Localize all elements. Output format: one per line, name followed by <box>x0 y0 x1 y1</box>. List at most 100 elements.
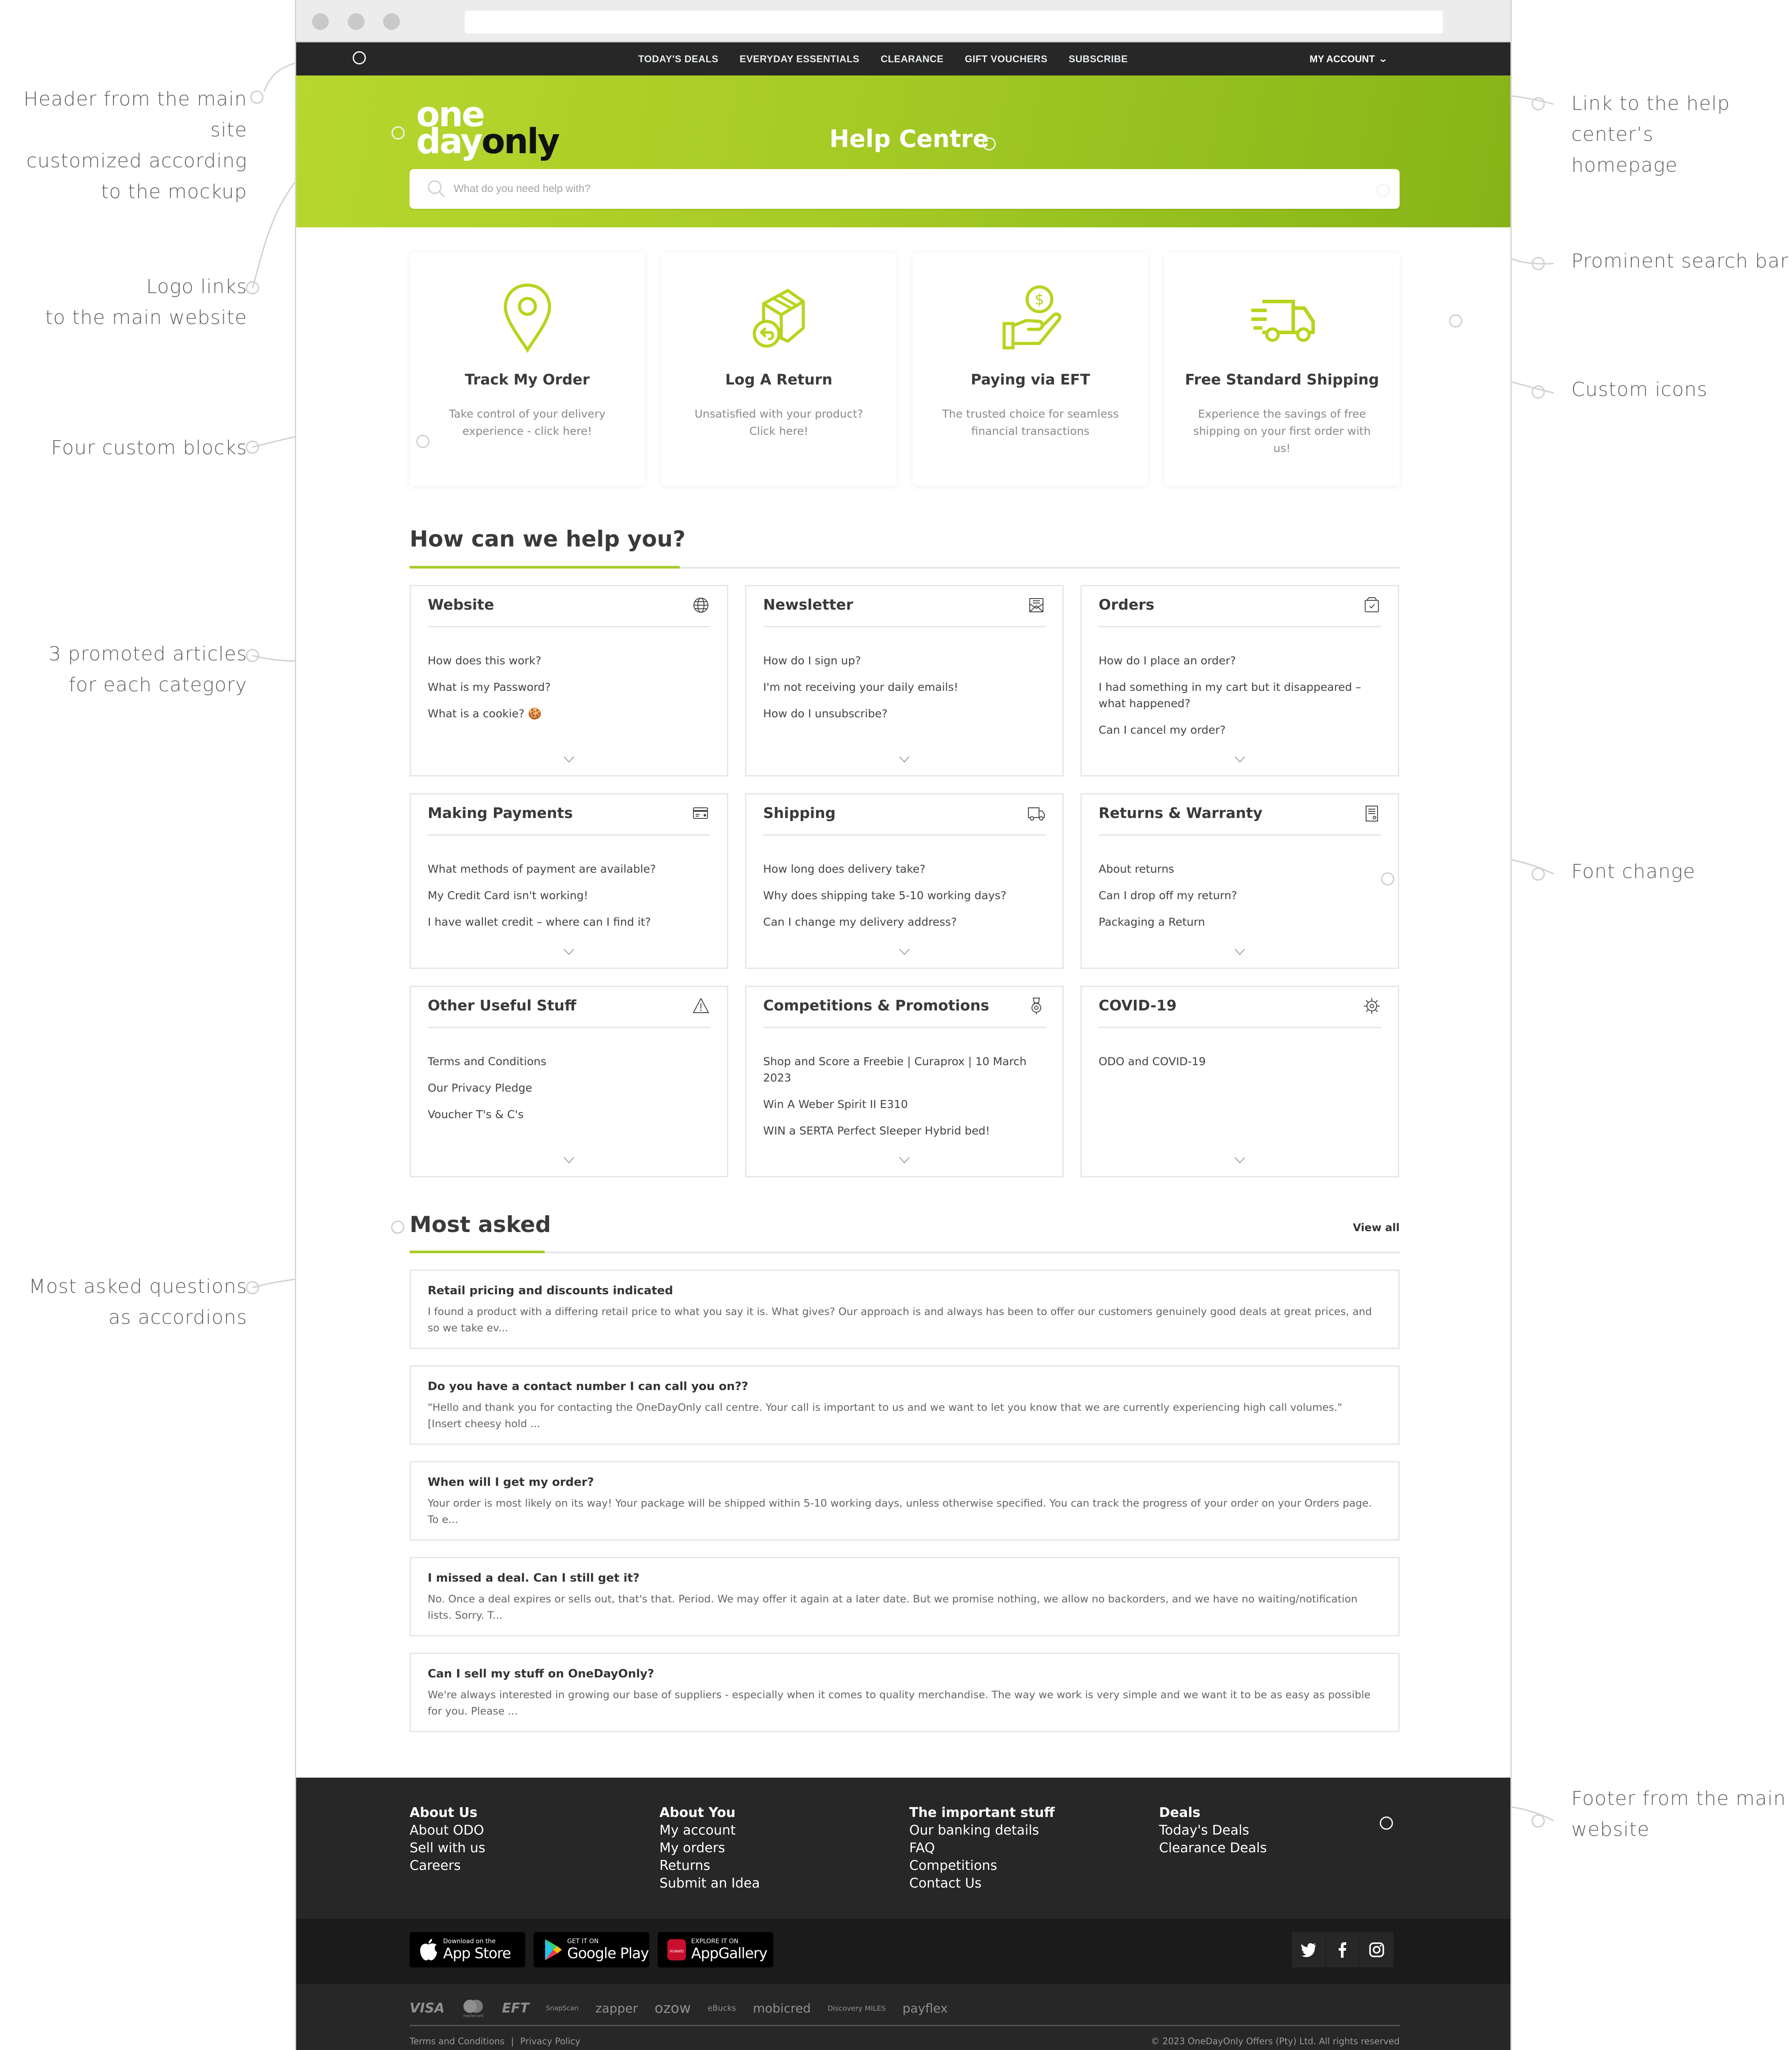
article-link[interactable]: How do I place an order? <box>1099 652 1381 669</box>
search-bar[interactable] <box>410 169 1400 209</box>
footer-link[interactable]: Contact Us <box>909 1875 1159 1892</box>
category-title[interactable]: Returns & Warranty <box>1099 804 1262 822</box>
nav-link-subscribe[interactable]: SUBSCRIBE <box>1069 53 1128 65</box>
footer-link[interactable]: FAQ <box>909 1839 1159 1857</box>
facebook-link[interactable] <box>1326 1932 1359 1967</box>
article-link[interactable]: Can I drop off my return? <box>1099 887 1381 904</box>
article-link[interactable]: Our Privacy Pledge <box>428 1080 710 1096</box>
article-link[interactable]: How does this work? <box>428 652 710 669</box>
window-control-close[interactable] <box>312 13 329 30</box>
faq-item[interactable]: Can I sell my stuff on OneDayOnly? We're… <box>410 1653 1400 1732</box>
chevron-down-icon[interactable] <box>1234 947 1246 956</box>
article-link[interactable]: I had something in my cart but it disapp… <box>1099 679 1381 712</box>
annotation-most-asked: Most asked questions as accordions <box>0 1271 247 1333</box>
hand-coin-icon: $ <box>1002 285 1062 350</box>
chevron-down-icon[interactable] <box>898 1156 911 1164</box>
terms-link[interactable]: Terms and Conditions <box>410 2036 504 2046</box>
instagram-link[interactable] <box>1360 1932 1393 1967</box>
block-track-order[interactable]: Track My Order Take control of your deli… <box>410 252 645 486</box>
block-paying-eft[interactable]: $ Paying via EFT The trusted choice for … <box>913 252 1148 486</box>
faq-item[interactable]: When will I get my order? Your order is … <box>410 1461 1400 1541</box>
hero-banner: one dayonly Help Centre <box>296 75 1510 227</box>
footer-link[interactable]: About ODO <box>410 1822 659 1839</box>
nav-link-gift-vouchers[interactable]: GIFT VOUCHERS <box>965 53 1047 65</box>
nav-link-clearance[interactable]: CLEARANCE <box>881 53 944 65</box>
footer-link[interactable]: Submit an Idea <box>659 1875 909 1892</box>
category-title[interactable]: Website <box>428 596 494 613</box>
chevron-down-icon[interactable] <box>898 947 911 956</box>
category-title[interactable]: Orders <box>1099 596 1154 613</box>
annotation-marker <box>1381 872 1394 886</box>
chevron-down-icon[interactable] <box>1234 1156 1246 1164</box>
footer-link[interactable]: Our banking details <box>909 1822 1159 1839</box>
article-link[interactable]: About returns <box>1099 861 1381 877</box>
chevron-down-icon[interactable] <box>563 755 575 764</box>
article-link[interactable]: My Credit Card isn't working! <box>428 887 710 904</box>
block-title: Track My Order <box>465 371 590 388</box>
category-title[interactable]: COVID-19 <box>1099 997 1177 1014</box>
twitter-link[interactable] <box>1292 1932 1325 1967</box>
article-link[interactable]: WIN a SERTA Perfect Sleeper Hybrid bed! <box>763 1123 1046 1139</box>
view-all-link[interactable]: View all <box>1353 1221 1400 1234</box>
article-link[interactable]: Can I cancel my order? <box>1099 722 1381 738</box>
address-bar[interactable] <box>465 11 1443 34</box>
footer-link[interactable]: Clearance Deals <box>1159 1839 1409 1857</box>
category-title[interactable]: Making Payments <box>428 804 573 822</box>
category-title[interactable]: Other Useful Stuff <box>428 997 576 1014</box>
privacy-link[interactable]: Privacy Policy <box>520 2036 580 2046</box>
article-link[interactable]: How long does delivery take? <box>763 861 1046 877</box>
article-link[interactable]: What methods of payment are available? <box>428 861 710 877</box>
window-control-minimize[interactable] <box>348 13 365 30</box>
chevron-down-icon[interactable] <box>563 947 575 956</box>
article-link[interactable]: ODO and COVID-19 <box>1099 1053 1381 1070</box>
article-link[interactable]: Can I change my delivery address? <box>763 914 1046 930</box>
block-description: Unsatisfied with your product? Click her… <box>694 407 863 437</box>
article-link[interactable]: Terms and Conditions <box>428 1053 710 1070</box>
article-link[interactable]: How do I unsubscribe? <box>763 705 1046 722</box>
my-account-menu[interactable]: MY ACCOUNT ⌄ <box>1310 42 1388 75</box>
article-link[interactable]: I have wallet credit – where can I find … <box>428 914 710 930</box>
nav-link-todays-deals[interactable]: TODAY'S DEALS <box>638 53 719 65</box>
faq-item[interactable]: Retail pricing and discounts indicated I… <box>410 1270 1400 1349</box>
window-control-maximize[interactable] <box>383 13 400 30</box>
chevron-down-icon[interactable] <box>1234 755 1246 764</box>
block-free-shipping[interactable]: Free Standard Shipping Experience the sa… <box>1164 252 1400 486</box>
footer-link[interactable]: My orders <box>659 1839 909 1857</box>
nav-link-everyday-essentials[interactable]: EVERYDAY ESSENTIALS <box>740 53 860 65</box>
article-link[interactable]: Win A Weber Spirit II E310 <box>763 1096 1046 1112</box>
search-input[interactable] <box>454 183 1292 195</box>
article-link[interactable]: Voucher T's & C's <box>428 1106 710 1123</box>
help-centre-home-link[interactable]: Help Centre <box>829 125 989 153</box>
article-link[interactable]: Why does shipping take 5-10 working days… <box>763 887 1046 904</box>
article-link[interactable]: What is my Password? <box>428 679 710 695</box>
faq-item[interactable]: Do you have a contact number I can call … <box>410 1365 1400 1445</box>
category-title[interactable]: Newsletter <box>763 596 853 613</box>
footer-link[interactable]: Sell with us <box>410 1839 659 1857</box>
block-log-return[interactable]: Log A Return Unsatisfied with your produ… <box>661 252 896 486</box>
category-card-shipping: Shipping How long does delivery take? Wh… <box>745 793 1064 969</box>
annotation-marker <box>246 649 259 662</box>
footer-link[interactable]: Competitions <box>909 1857 1159 1875</box>
footer-link[interactable]: Careers <box>410 1857 659 1875</box>
app-gallery-badge[interactable]: HUAWEI EXPLORE IT ON AppGallery <box>658 1932 773 1967</box>
article-link[interactable]: How do I sign up? <box>763 652 1046 669</box>
footer-link[interactable]: Returns <box>659 1857 909 1875</box>
footer-link[interactable]: Today's Deals <box>1159 1822 1409 1839</box>
category-title[interactable]: Competitions & Promotions <box>763 997 989 1014</box>
badge-small-text: Download on the <box>443 1938 496 1945</box>
article-link[interactable]: Shop and Score a Freebie | Curaprox | 10… <box>763 1053 1046 1086</box>
annotation-search: Prominent search bar <box>1571 246 1792 277</box>
app-store-badge[interactable]: Download on the App Store <box>410 1932 525 1967</box>
article-link[interactable]: Packaging a Return <box>1099 914 1381 930</box>
chevron-down-icon[interactable] <box>563 1156 575 1164</box>
article-link[interactable]: What is a cookie? 🍪 <box>428 705 710 722</box>
article-link[interactable]: I'm not receiving your daily emails! <box>763 679 1046 695</box>
footer-link[interactable]: My account <box>659 1822 909 1839</box>
category-title[interactable]: Shipping <box>763 804 836 822</box>
annotation-marker <box>246 281 259 294</box>
google-play-badge[interactable]: GET IT ON Google Play <box>534 1932 649 1967</box>
annotation-line: 3 promoted articles <box>49 643 247 665</box>
faq-item[interactable]: I missed a deal. Can I still get it? No.… <box>410 1557 1400 1636</box>
site-logo[interactable]: one dayonly <box>416 98 566 159</box>
chevron-down-icon[interactable] <box>898 755 911 764</box>
